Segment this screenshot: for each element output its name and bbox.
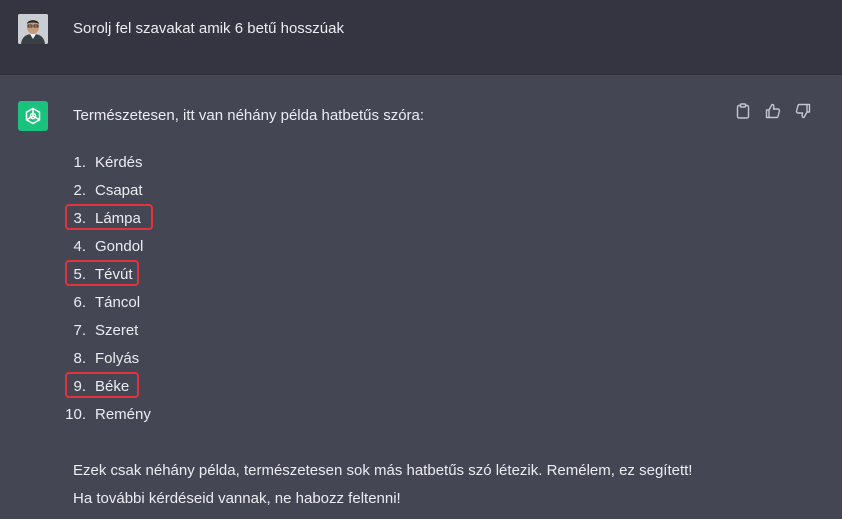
user-message-row: Sorolj fel szavakat amik 6 betű hosszúak <box>0 0 842 75</box>
list-item-number: 4. <box>73 238 86 255</box>
assistant-outro: Ezek csak néhány példa, természetesen so… <box>73 457 692 513</box>
list-item-number: 5. <box>73 266 86 283</box>
outro-line-1: Ezek csak néhány példa, természetesen so… <box>73 462 693 479</box>
message-actions <box>734 102 812 120</box>
thumbs-up-icon[interactable] <box>764 102 782 120</box>
assistant-intro-text: Természetesen, itt van néhány példa hatb… <box>73 107 425 124</box>
list-item-word: Gondol <box>95 238 144 255</box>
list-item-number: 8. <box>73 350 86 367</box>
list-item-word: Táncol <box>95 294 141 311</box>
list-item-number: 6. <box>73 294 86 311</box>
list-item-word: Szeret <box>95 322 139 339</box>
openai-logo-icon <box>18 101 48 131</box>
list-item-number: 10. <box>65 406 86 423</box>
list-item-word: Lámpa <box>95 210 141 227</box>
list-item-word: Tévút <box>95 266 133 283</box>
list-item-word: Folyás <box>95 350 140 367</box>
user-message-text: Sorolj fel szavakat amik 6 betű hosszúak <box>73 20 344 37</box>
list-item-number: 9. <box>73 378 86 395</box>
list-item-number: 2. <box>73 182 86 199</box>
thumbs-down-icon[interactable] <box>794 102 812 120</box>
list-item-number: 7. <box>73 322 86 339</box>
list-item-word: Remény <box>95 406 151 423</box>
list-item-word: Béke <box>95 378 130 395</box>
list-item-number: 3. <box>73 210 86 227</box>
outro-line-2: Ha további kérdéseid vannak, ne habozz f… <box>73 490 401 507</box>
clipboard-icon[interactable] <box>734 102 752 120</box>
list-item-number: 1. <box>73 154 86 171</box>
assistant-message-row: Természetesen, itt van néhány példa hatb… <box>0 76 842 519</box>
list-item-word: Kérdés <box>95 154 143 171</box>
list-item-word: Csapat <box>95 182 143 199</box>
user-avatar <box>18 14 48 44</box>
